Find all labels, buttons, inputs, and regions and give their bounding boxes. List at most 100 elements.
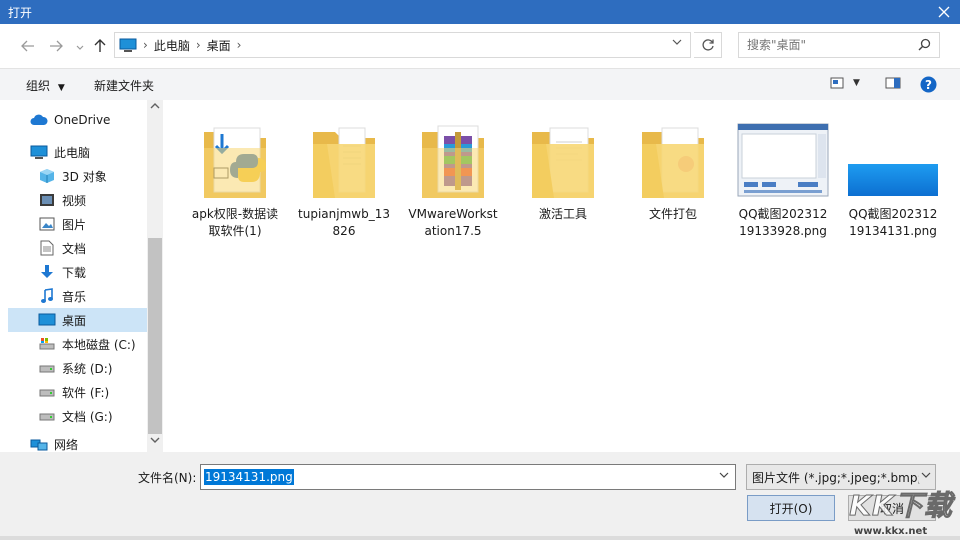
organize-menu[interactable]: 组织 ▼ (26, 77, 65, 94)
file-name: VMwareWorkstation17.5 (408, 207, 498, 238)
taskbar-strip (0, 536, 960, 540)
drive-icon (38, 383, 56, 401)
document-icon (38, 239, 56, 257)
recent-dropdown-icon[interactable] (70, 38, 90, 58)
organize-label: 组织 (26, 79, 51, 93)
sidebar-item-pictures[interactable]: 图片 (38, 212, 147, 236)
sidebar-item-documents[interactable]: 文档 (38, 236, 147, 260)
sidebar-item-this-pc[interactable]: 此电脑 (30, 140, 147, 164)
folder-icon (294, 114, 394, 206)
sidebar-item-label: 网络 (54, 437, 79, 452)
folder-icon (513, 114, 613, 206)
sidebar-item-drive-d[interactable]: 系统 (D:) (38, 356, 147, 380)
sidebar-item-drive-g[interactable]: 文档 (G:) (38, 404, 147, 428)
sidebar-item-label: 文档 (62, 241, 87, 256)
file-item[interactable]: VMwareWorkstation17.5 (403, 114, 503, 240)
drive-icon (38, 359, 56, 377)
open-button[interactable]: 打开(O) (747, 495, 835, 521)
file-item[interactable]: tupianjmwb_13826 (294, 114, 394, 240)
drive-c-icon (38, 335, 56, 353)
sidebar-item-drive-c[interactable]: 本地磁盘 (C:) (38, 332, 147, 356)
file-item[interactable]: 激活工具 (513, 114, 613, 223)
breadcrumb-desktop[interactable]: 桌面 (207, 37, 231, 54)
sidebar-item-onedrive[interactable]: OneDrive (30, 108, 147, 132)
preview-pane-icon[interactable] (885, 76, 901, 93)
download-icon (38, 263, 56, 281)
sidebar-scrollbar[interactable] (147, 100, 163, 452)
new-folder-button[interactable]: 新建文件夹 (94, 77, 154, 94)
folder-icon (623, 114, 723, 206)
caret-down-icon: ▼ (57, 83, 65, 93)
help-icon[interactable]: ? (920, 76, 937, 96)
file-name: apk权限-数据读取软件(1) (191, 207, 279, 238)
back-arrow-icon[interactable] (18, 36, 38, 56)
file-name: tupianjmwb_13826 (298, 207, 390, 238)
file-name: QQ截图20231219133928.png (738, 207, 828, 238)
navigation-pane: OneDrive 此电脑 3D 对象 视频 图片 文档 下载 音乐 桌面 本地磁… (0, 100, 163, 452)
sidebar-item-network[interactable]: 网络 (30, 435, 147, 453)
chevron-right-icon[interactable]: › (237, 38, 242, 52)
sidebar-item-3d-objects[interactable]: 3D 对象 (38, 164, 147, 188)
file-name: QQ截图20231219134131.png (848, 207, 938, 238)
computer-icon (30, 143, 48, 161)
sidebar-item-desktop[interactable]: 桌面 (8, 308, 147, 332)
sidebar-item-label: 音乐 (62, 289, 87, 304)
sidebar-item-downloads[interactable]: 下载 (38, 260, 147, 284)
search-input[interactable] (747, 38, 917, 52)
sidebar-item-music[interactable]: 音乐 (38, 284, 147, 308)
forward-arrow-icon[interactable] (46, 36, 66, 56)
breadcrumb-this-pc[interactable]: 此电脑 (154, 37, 190, 54)
file-item[interactable]: QQ截图20231219134131.png (843, 114, 943, 240)
scroll-up-icon[interactable] (147, 102, 163, 116)
scrollbar-thumb[interactable] (148, 238, 162, 434)
search-icon[interactable] (918, 38, 931, 54)
sidebar-item-label: OneDrive (54, 113, 111, 127)
file-item[interactable]: QQ截图20231219133928.png (733, 114, 833, 240)
cube-icon (38, 167, 56, 185)
address-bar[interactable]: › 此电脑 › 桌面 › (114, 32, 691, 58)
sidebar-item-label: 图片 (62, 217, 87, 232)
video-icon (38, 191, 56, 209)
winrar-folder-icon (403, 114, 503, 206)
scroll-down-icon[interactable] (147, 436, 163, 450)
filename-value[interactable]: 19134131.png (204, 469, 294, 485)
picture-icon (38, 215, 56, 233)
sidebar-item-label: 桌面 (62, 313, 87, 328)
sidebar-item-label: 下载 (62, 265, 87, 280)
drive-icon (38, 407, 56, 425)
svg-text:?: ? (925, 78, 932, 92)
desktop-icon (38, 311, 56, 329)
sidebar-item-label: 文档 (G:) (62, 409, 113, 424)
sidebar-item-label: 软件 (F:) (62, 385, 110, 400)
sidebar-item-videos[interactable]: 视频 (38, 188, 147, 212)
navigation-bar: › 此电脑 › 桌面 › (0, 24, 960, 68)
up-arrow-icon[interactable] (90, 36, 110, 56)
watermark-text: KK下载 (849, 489, 953, 523)
sidebar-item-label: 视频 (62, 193, 87, 208)
close-icon[interactable] (934, 2, 954, 22)
sidebar-item-label: 3D 对象 (62, 169, 107, 184)
filename-label: 文件名(N): (138, 471, 197, 485)
window-title: 打开 (8, 5, 33, 20)
chevron-down-icon[interactable] (719, 470, 729, 483)
file-name: 激活工具 (538, 207, 587, 221)
file-item[interactable]: 文件打包 (623, 114, 723, 223)
file-item[interactable]: apk权限-数据读取软件(1) (185, 114, 285, 240)
computer-icon (119, 38, 137, 52)
python-folder-icon (185, 114, 285, 206)
file-name: 文件打包 (648, 207, 697, 221)
sidebar-item-label: 此电脑 (54, 145, 91, 160)
search-box[interactable] (738, 32, 940, 58)
view-options-icon[interactable] (830, 76, 844, 93)
dialog-footer: 文件名(N): 19134131.png 图片文件 (*.jpg;*.jpeg;… (0, 452, 960, 540)
refresh-button[interactable] (694, 32, 722, 58)
network-icon (30, 435, 48, 453)
file-list: apk权限-数据读取软件(1) tupianjmwb_13826 VMwareW… (163, 100, 960, 452)
title-bar: 打开 (0, 0, 960, 24)
watermark-logo: KK下载 www.kkx.net (842, 478, 960, 540)
sidebar-item-drive-f[interactable]: 软件 (F:) (38, 380, 147, 404)
chevron-right-icon: › (195, 38, 201, 52)
view-dropdown-icon[interactable]: ▼ (853, 78, 860, 88)
chevron-down-icon[interactable] (672, 37, 682, 50)
filename-input[interactable]: 19134131.png (200, 464, 736, 490)
